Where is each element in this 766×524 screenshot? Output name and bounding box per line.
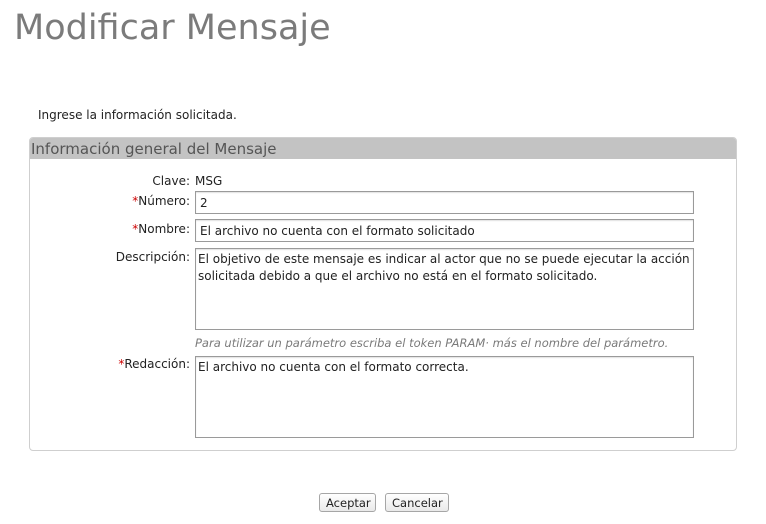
- parameter-hint: Para utilizar un parámetro escriba el to…: [195, 336, 669, 350]
- nombre-label-text: Nombre:: [138, 222, 190, 236]
- instructions-text: Ingrese la información solicitada.: [38, 108, 237, 122]
- panel-header: Información general del Mensaje: [30, 138, 736, 159]
- cancel-button[interactable]: Cancelar: [385, 493, 449, 512]
- clave-value: MSG: [195, 174, 223, 188]
- nombre-label: *Nombre:: [132, 222, 190, 236]
- nombre-input[interactable]: [195, 219, 694, 242]
- numero-label-text: Número:: [138, 194, 190, 208]
- redaccion-label-text: Redacción:: [124, 357, 190, 371]
- numero-input[interactable]: [195, 191, 694, 214]
- redaccion-label: *Redacción:: [118, 357, 190, 371]
- numero-label: *Número:: [132, 194, 190, 208]
- descripcion-textarea[interactable]: El objetivo de este mensaje es indicar a…: [195, 248, 694, 330]
- page-title: Modificar Mensaje: [14, 8, 331, 48]
- descripcion-label: Descripción:: [116, 250, 190, 264]
- accept-button[interactable]: Aceptar: [319, 493, 376, 512]
- clave-label-text: Clave:: [152, 174, 190, 188]
- redaccion-textarea[interactable]: El archivo no cuenta con el formato corr…: [195, 356, 694, 438]
- clave-label: Clave:: [152, 174, 190, 188]
- descripcion-label-text: Descripción:: [115, 250, 190, 264]
